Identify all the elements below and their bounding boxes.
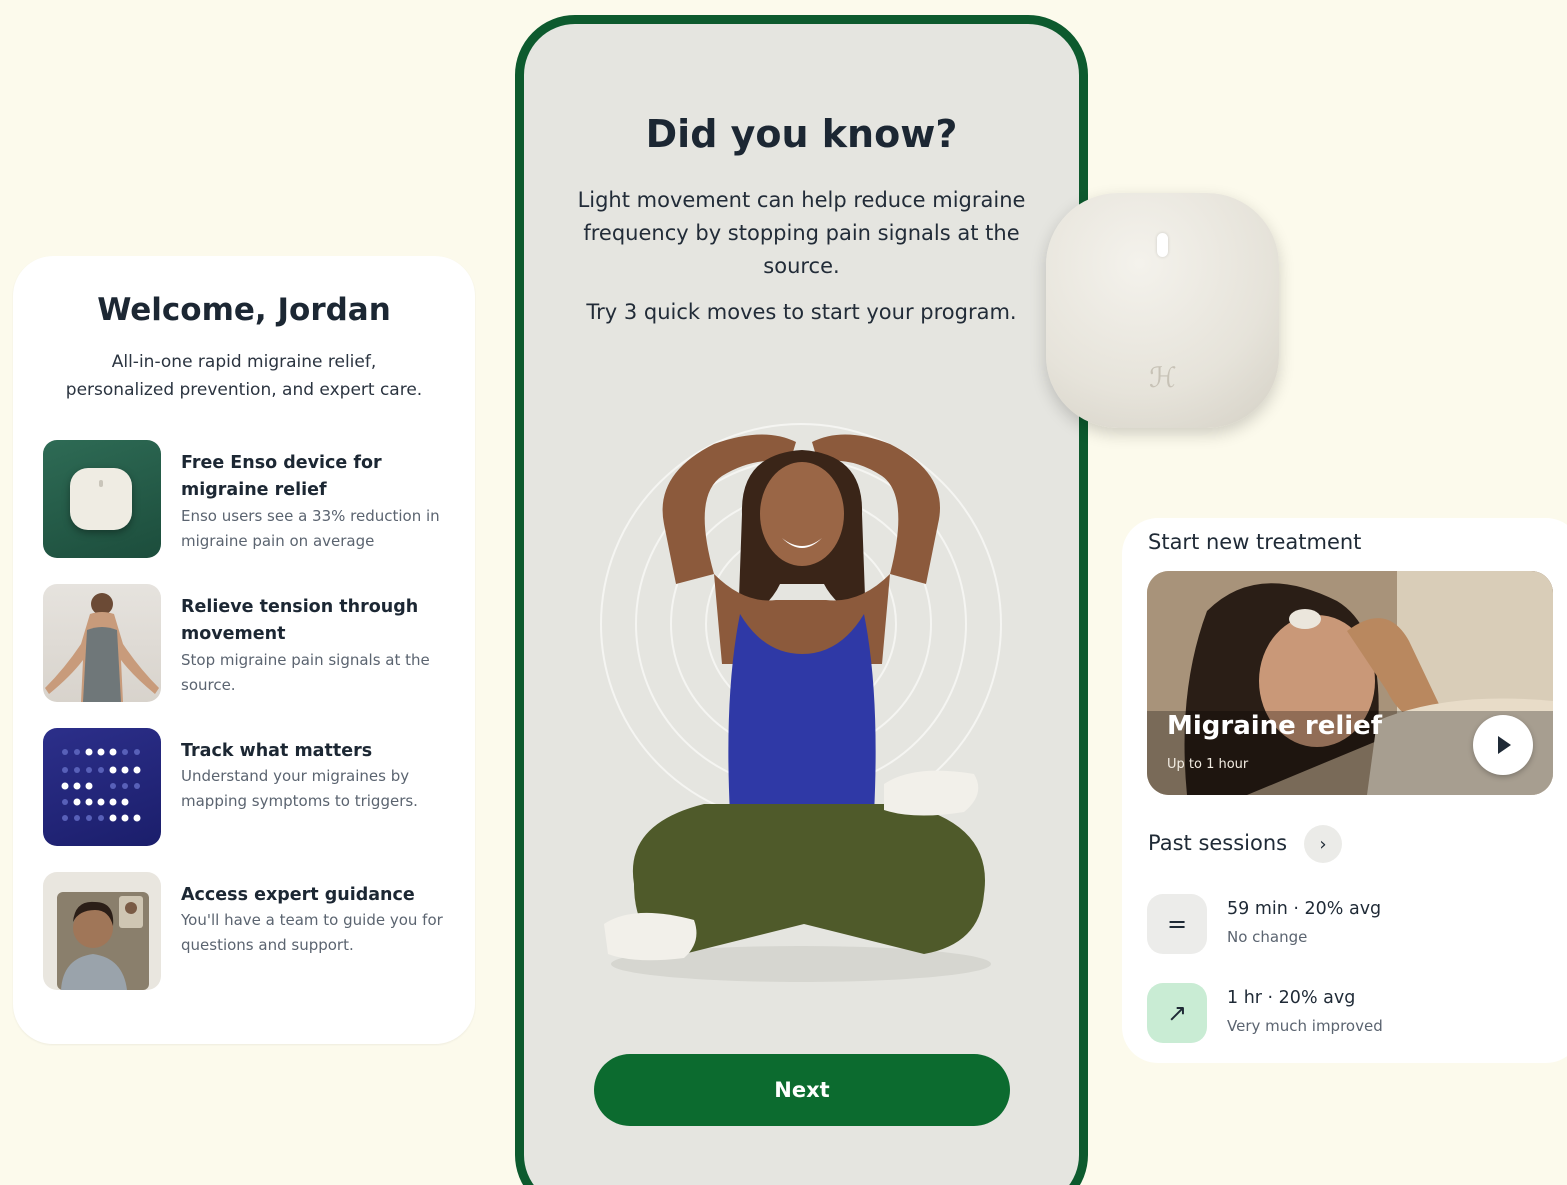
session-outcome: No change	[1227, 928, 1308, 946]
play-button[interactable]	[1473, 715, 1533, 775]
equals-icon: =	[1147, 894, 1207, 954]
feature-title: Access expert guidance	[181, 885, 415, 905]
welcome-card: Welcome, Jordan All-in-one rapid migrain…	[13, 256, 475, 1044]
play-icon	[1498, 736, 1511, 754]
feature-expert[interactable]: Access expert guidance You'll have a tea…	[43, 872, 453, 992]
enso-device-image: ℋ	[1046, 193, 1279, 428]
device-led-indicator	[1157, 233, 1168, 257]
next-button[interactable]: Next	[594, 1054, 1010, 1126]
session-summary: 59 min · 20% avg	[1227, 899, 1382, 919]
welcome-subtitle-line: All-in-one rapid migraine relief,	[111, 352, 377, 372]
person-back-illustration	[45, 593, 159, 702]
enso-device-icon	[43, 440, 161, 558]
session-row[interactable]: ↗ 1 hr · 20% avg Very much improved	[1147, 983, 1547, 1047]
past-sessions-label: Past sessions	[1148, 831, 1288, 855]
treatment-video-tile[interactable]: Migraine relief Up to 1 hour	[1147, 571, 1553, 795]
session-outcome: Very much improved	[1227, 1017, 1383, 1035]
section-heading: Start new treatment	[1148, 530, 1362, 554]
feature-desc: Understand your migraines by mapping sym…	[181, 767, 418, 810]
feature-desc: You'll have a team to guide you for ques…	[181, 911, 443, 954]
feature-title: Track what matters	[181, 741, 373, 761]
treatment-card: Start new treatment Migraine relief Up t…	[1122, 518, 1567, 1063]
welcome-subtitle-line: personalized prevention, and expert care…	[65, 380, 423, 400]
feature-track[interactable]: Track what matters Understand your migra…	[43, 728, 453, 848]
feature-enso-device[interactable]: Free Enso device for migraine relief Ens…	[43, 440, 453, 560]
fact-text: Light movement can help reduce migraine …	[577, 188, 1026, 278]
welcome-title: Welcome, Jordan	[97, 292, 391, 328]
movement-photo	[43, 584, 161, 702]
feature-title: Relieve tension through movement	[181, 597, 419, 644]
expert-video-illustration	[57, 892, 149, 990]
chevron-right-icon[interactable]: ›	[1304, 825, 1342, 863]
phone-screen: Did you know? Light movement can help re…	[515, 15, 1088, 1185]
dot-grid-icon	[43, 728, 161, 846]
feature-movement[interactable]: Relieve tension through movement Stop mi…	[43, 584, 453, 704]
session-summary: 1 hr · 20% avg	[1227, 988, 1356, 1008]
feature-desc: Stop migraine pain signals at the source…	[181, 651, 430, 694]
expert-photo	[43, 872, 161, 990]
welcome-subtitle: All-in-one rapid migraine relief, person…	[43, 348, 445, 404]
page-title: Did you know?	[645, 112, 958, 156]
mini-device-shape	[70, 468, 132, 530]
exercise-illustration	[564, 364, 1039, 1024]
dot-grid-graphic	[61, 748, 141, 822]
session-row[interactable]: = 59 min · 20% avg No change	[1147, 894, 1547, 958]
video-title: Migraine relief	[1167, 711, 1383, 741]
feature-title: Free Enso device for migraine relief	[181, 453, 382, 500]
brand-logo-icon: ℋ	[1149, 361, 1177, 394]
program-prompt: Try 3 quick moves to start your program.	[586, 300, 1017, 324]
arrow-up-right-icon: ↗	[1147, 983, 1207, 1043]
video-duration: Up to 1 hour	[1167, 757, 1249, 772]
feature-desc: Enso users see a 33% reduction in migrai…	[181, 507, 440, 550]
woman-stretching-illustration	[600, 423, 1002, 982]
